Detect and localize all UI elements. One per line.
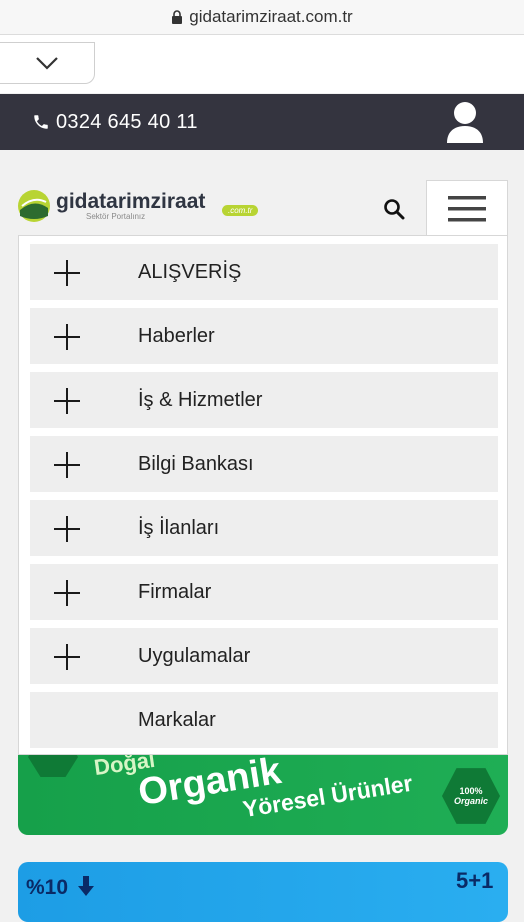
plus-icon[interactable]	[54, 452, 80, 478]
url-text: gidatarimziraat.com.tr	[189, 7, 353, 26]
site-logo[interactable]: gidatarimziraat Sektör Portalınız .com.t…	[16, 188, 259, 224]
phone-number: 0324 645 40 11	[56, 110, 198, 133]
menu-item-label: Uygulamalar	[138, 644, 251, 667]
plus-icon[interactable]	[54, 516, 80, 542]
menu-item-label: Firmalar	[138, 580, 212, 603]
menu-item-markalar[interactable]: Markalar	[30, 692, 498, 748]
search-icon	[384, 199, 405, 220]
menu-item-label: İş & Hizmetler	[138, 388, 263, 411]
menu-item-label: Haberler	[138, 324, 215, 347]
plus-icon[interactable]	[54, 644, 80, 670]
menu-item-firmalar[interactable]: Firmalar	[30, 564, 498, 620]
logo-badge: .com.tr	[222, 205, 259, 216]
menu-item-label: Markalar	[138, 708, 216, 731]
plus-icon[interactable]	[54, 580, 80, 606]
lock-icon	[172, 10, 183, 24]
menu-item-uygulamalar[interactable]: Uygulamalar	[30, 628, 498, 684]
chevron-down-icon	[36, 57, 58, 70]
organic-badge-icon: 100% Organic	[442, 768, 500, 824]
hamburger-menu-button[interactable]	[426, 180, 508, 236]
logo-subtitle: Sektör Portalınız	[86, 212, 146, 221]
menu-item-haberler[interactable]: Haberler	[30, 308, 498, 364]
menu-item-label: Bilgi Bankası	[138, 452, 254, 475]
menu-item-alisveris[interactable]: ALIŞVERİŞ	[30, 244, 498, 300]
hamburger-icon	[448, 195, 486, 221]
leaf-badge-icon	[28, 755, 78, 777]
menu-item-is-ilanlari[interactable]: İş İlanları	[30, 500, 498, 556]
top-bar: 0324 645 40 11	[0, 94, 524, 150]
collapse-tab-button[interactable]	[0, 42, 95, 84]
menu-item-label: İş İlanları	[138, 516, 220, 539]
menu-item-bilgi-bankasi[interactable]: Bilgi Bankası	[30, 436, 498, 492]
plus-icon[interactable]	[54, 388, 80, 414]
offer-text: 5+1	[456, 868, 494, 893]
organic-products-banner[interactable]: Doğal Organik Yöresel Ürünler 100% Organ…	[18, 755, 508, 835]
badge-top-text: 100%	[459, 786, 483, 796]
badge-bottom-text: Organic	[453, 796, 488, 806]
discount-banner[interactable]: %10 5+1	[18, 862, 508, 922]
logo-emblem-icon	[18, 190, 50, 222]
search-button[interactable]	[380, 195, 408, 223]
phone-icon	[34, 115, 48, 129]
discount-text: %10	[26, 876, 69, 899]
menu-item-label: ALIŞVERİŞ	[138, 260, 242, 283]
logo-name: gidatarimziraat	[56, 190, 206, 213]
arrow-down-icon	[78, 876, 94, 896]
nav-menu-panel: ALIŞVERİŞ Haberler İş & Hizmetler Bilgi …	[18, 235, 508, 755]
phone-link[interactable]: 0324 645 40 11	[32, 111, 198, 134]
browser-url-bar[interactable]: gidatarimziraat.com.tr	[0, 0, 524, 35]
plus-icon[interactable]	[54, 260, 80, 286]
user-icon[interactable]	[446, 101, 484, 143]
plus-icon[interactable]	[54, 324, 80, 350]
menu-item-is-hizmetler[interactable]: İş & Hizmetler	[30, 372, 498, 428]
